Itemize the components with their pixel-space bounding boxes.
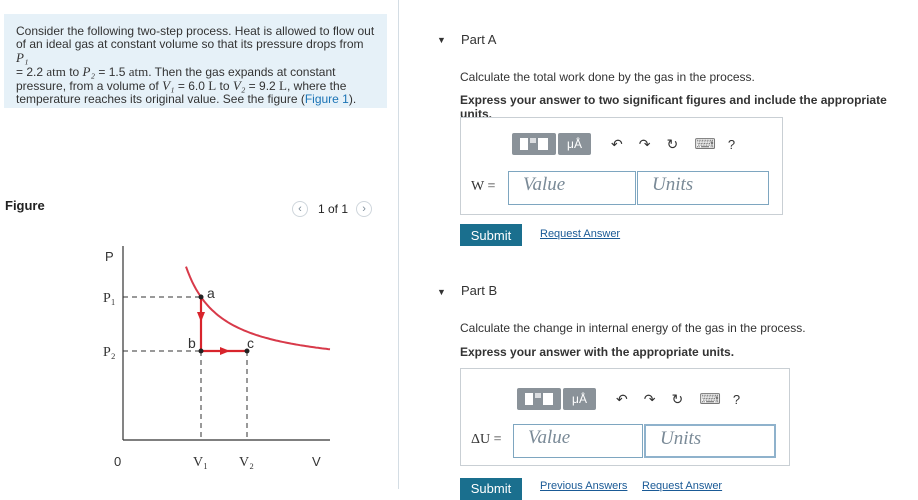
part-b-instruction: Express your answer with the appropriate… xyxy=(460,345,735,359)
part-b-submit-button[interactable]: Submit xyxy=(460,478,522,500)
templates-button[interactable] xyxy=(512,133,556,155)
units-symbols-button[interactable]: μÅ xyxy=(563,388,596,410)
panel-divider xyxy=(398,0,399,489)
reset-icon[interactable]: ↻ xyxy=(666,136,678,153)
part-a-units-field[interactable]: Units xyxy=(637,171,769,205)
templates-icon xyxy=(525,393,553,405)
part-b-request-answer-link[interactable]: Request Answer xyxy=(642,480,722,492)
var-p1: P₁ xyxy=(16,50,29,65)
prev-figure-button[interactable]: ‹ xyxy=(292,201,308,217)
part-b-value-field[interactable]: Value xyxy=(513,424,643,458)
var-p2: P₂ xyxy=(82,64,96,79)
problem-text: to xyxy=(65,65,83,79)
units-symbols-button[interactable]: μÅ xyxy=(558,133,591,155)
problem-statement: Consider the following two-step process.… xyxy=(4,14,387,108)
var-v2: V₂ xyxy=(232,78,246,93)
part-b-collapse-icon[interactable]: ▼ xyxy=(437,287,446,297)
problem-text: = 9.2 xyxy=(245,79,280,93)
problem-text: = 1.5 xyxy=(95,65,129,79)
point-a-label: a xyxy=(207,285,215,301)
figure-title: Figure xyxy=(5,198,45,213)
point-b-label: b xyxy=(188,335,196,351)
pager-text: 1 of 1 xyxy=(318,202,349,216)
part-b-answer-box: μÅ ↶ ↷ ↻ ⌨ ? ΔU = Value Units xyxy=(460,368,790,466)
pv-diagram: P P₁ P₂ 0 V₁ V₂ V a b c xyxy=(103,246,331,470)
redo-icon[interactable]: ↷ xyxy=(639,136,651,153)
templates-button[interactable] xyxy=(517,388,561,410)
part-b-units-field[interactable]: Units xyxy=(644,424,776,458)
problem-line-4: pressure, from a volume of V₁ = 6.0 L to… xyxy=(16,79,375,93)
redo-icon[interactable]: ↷ xyxy=(644,391,656,408)
isotherm-curve xyxy=(185,266,331,351)
problem-text: temperature reaches its original value. … xyxy=(16,92,305,106)
reset-icon[interactable]: ↻ xyxy=(671,391,683,408)
axis-label-p: P xyxy=(105,249,114,264)
p2-label: P₂ xyxy=(103,345,116,360)
unit-l: L xyxy=(279,78,287,93)
part-a-collapse-icon[interactable]: ▼ xyxy=(437,35,446,45)
problem-line-2: of an ideal gas at constant volume so th… xyxy=(16,38,375,65)
problem-line-5: temperature reaches its original value. … xyxy=(16,93,375,106)
help-icon[interactable]: ? xyxy=(733,392,740,407)
problem-text: ). xyxy=(348,92,357,106)
problem-text: = 6.0 xyxy=(174,79,209,93)
keyboard-icon[interactable]: ⌨ xyxy=(699,390,721,408)
part-a-value-field[interactable]: Value xyxy=(508,171,636,205)
keyboard-icon[interactable]: ⌨ xyxy=(694,135,716,153)
problem-text: = 2.2 xyxy=(16,65,47,79)
v1-label: V₁ xyxy=(193,455,208,470)
v2-label: V₂ xyxy=(239,455,254,470)
unit-atm: atm xyxy=(46,64,66,79)
undo-icon[interactable]: ↶ xyxy=(616,391,628,408)
part-a-request-answer-link[interactable]: Request Answer xyxy=(540,228,620,240)
part-a-header[interactable]: Part A xyxy=(461,32,496,47)
part-b-header[interactable]: Part B xyxy=(461,283,497,298)
problem-line-3: = 2.2 atm to P₂ = 1.5 atm. Then the gas … xyxy=(16,65,375,79)
var-v1: V₁ xyxy=(162,78,175,93)
part-a-submit-button[interactable]: Submit xyxy=(460,224,522,246)
problem-text: of an ideal gas at constant volume so th… xyxy=(16,37,364,51)
axis-label-v: V xyxy=(312,454,321,469)
problem-text: pressure, from a volume of xyxy=(16,79,163,93)
unit-atm: atm xyxy=(128,64,149,79)
point-b xyxy=(198,348,204,354)
problem-text: . Then the gas expands at constant xyxy=(148,65,336,79)
part-b-question: Calculate the change in internal energy … xyxy=(460,321,806,335)
arrow-ab xyxy=(197,312,205,322)
point-c-label: c xyxy=(247,335,254,351)
undo-icon[interactable]: ↶ xyxy=(611,136,623,153)
part-a-variable-label: W = xyxy=(471,179,496,194)
arrow-bc xyxy=(220,347,230,355)
help-icon[interactable]: ? xyxy=(728,137,735,152)
part-b-variable-label: ΔU = xyxy=(471,432,502,447)
figure-pager: ‹ 1 of 1 › xyxy=(292,200,373,218)
next-figure-button[interactable]: › xyxy=(356,201,373,217)
part-a-answer-box: μÅ ↶ ↷ ↻ ⌨ ? W = Value Units xyxy=(460,117,783,215)
part-b-previous-answers-link[interactable]: Previous Answers xyxy=(540,480,627,492)
p1-label: P₁ xyxy=(103,291,116,306)
part-b-toolbar: μÅ ↶ ↷ ↻ ⌨ ? xyxy=(517,388,740,410)
unit-l: L xyxy=(208,78,217,93)
part-a-toolbar: μÅ ↶ ↷ ↻ ⌨ ? xyxy=(512,133,735,155)
point-a xyxy=(198,294,204,300)
templates-icon xyxy=(520,138,548,150)
problem-text: , where the xyxy=(287,79,347,93)
problem-text: to xyxy=(216,79,233,93)
origin-label: 0 xyxy=(114,454,121,469)
part-a-question: Calculate the total work done by the gas… xyxy=(460,70,755,84)
figure-link[interactable]: Figure 1 xyxy=(305,92,349,106)
